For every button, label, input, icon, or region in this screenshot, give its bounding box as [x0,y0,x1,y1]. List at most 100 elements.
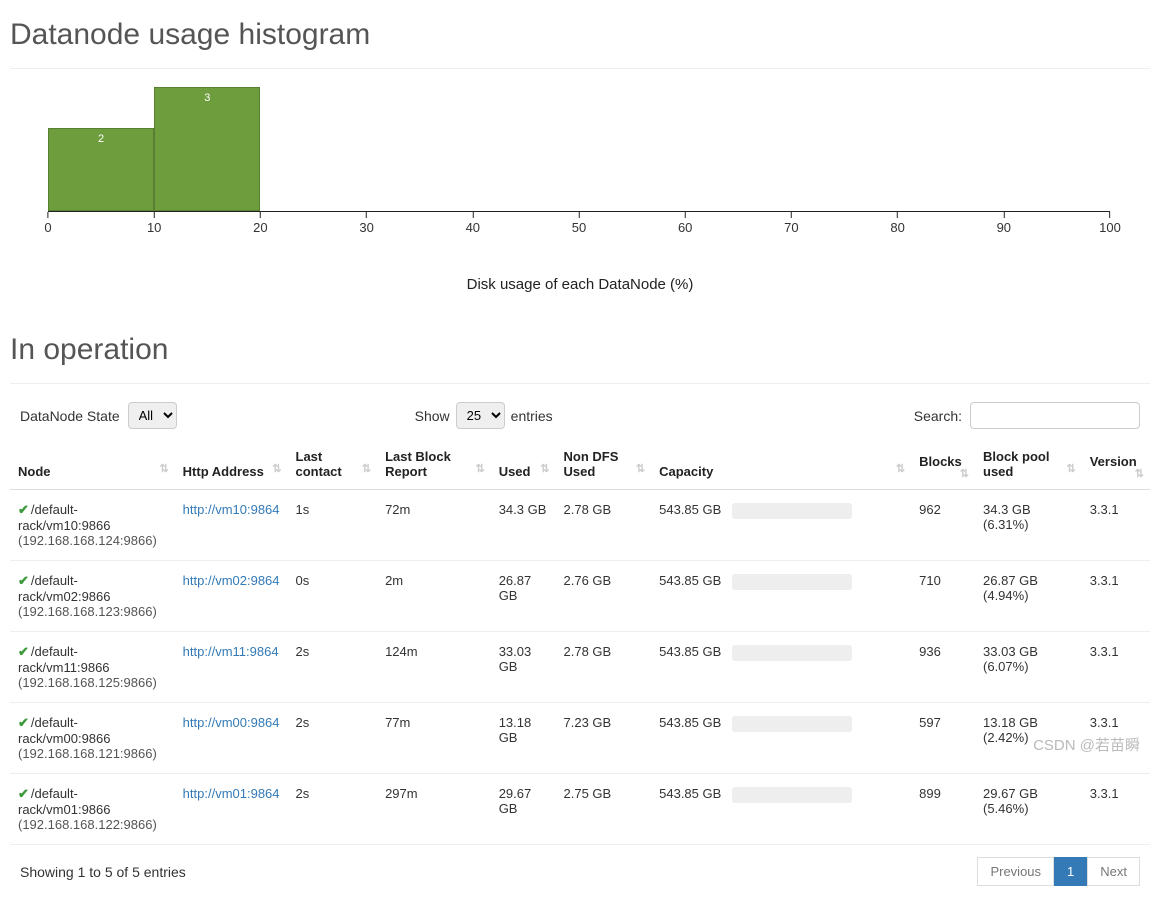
chart-tick: 100 [1099,212,1121,235]
chart-tick: 80 [890,212,904,235]
node-cell: ✔/default-rack/vm01:9866(192.168.168.122… [10,774,175,845]
node-cell: ✔/default-rack/vm02:9866(192.168.168.123… [10,561,175,632]
datanode-state-label: DataNode State [20,408,120,424]
column-header[interactable]: Last Block Report⇅ [377,439,491,490]
column-header[interactable]: Block pool used⇅ [975,439,1082,490]
page-1-button[interactable]: 1 [1054,857,1087,886]
blocks-cell: 962 [911,490,975,561]
sort-icon: ⇅ [1135,469,1142,479]
chart-bar: 2 [48,128,154,211]
http-link[interactable]: http://vm02:9864 [183,573,280,588]
blocks-cell: 899 [911,774,975,845]
node-cell: ✔/default-rack/vm10:9866(192.168.168.124… [10,490,175,561]
node-cell: ✔/default-rack/vm11:9866(192.168.168.125… [10,632,175,703]
sort-icon: ⇅ [272,464,279,474]
capacity-cell: 543.85 GB [651,632,911,703]
column-header[interactable]: Capacity⇅ [651,439,911,490]
chart-tick: 0 [44,212,51,235]
check-icon: ✔ [18,715,29,730]
table-row: ✔/default-rack/vm01:9866(192.168.168.122… [10,774,1150,845]
capacity-bar [732,716,852,732]
http-link[interactable]: http://vm00:9864 [183,715,280,730]
capacity-cell: 543.85 GB [651,490,911,561]
http-cell: http://vm10:9864 [175,490,288,561]
chart-tick: 50 [572,212,586,235]
http-link[interactable]: http://vm10:9864 [183,502,280,517]
used-cell: 33.03 GB [491,632,556,703]
last-contact-cell: 2s [288,774,378,845]
last-block-cell: 124m [377,632,491,703]
check-icon: ✔ [18,573,29,588]
column-header[interactable]: Used⇅ [491,439,556,490]
sort-icon: ⇅ [1067,464,1074,474]
column-header[interactable]: Node⇅ [10,439,175,490]
table-row: ✔/default-rack/vm02:9866(192.168.168.123… [10,561,1150,632]
search-input[interactable] [970,402,1140,429]
chart-tick: 10 [147,212,161,235]
last-contact-cell: 2s [288,632,378,703]
chart-tick: 30 [359,212,373,235]
entries-label: entries [511,408,553,424]
last-block-cell: 72m [377,490,491,561]
next-button[interactable]: Next [1087,857,1140,886]
column-header[interactable]: Version⇅ [1082,439,1150,490]
nondfs-cell: 2.78 GB [556,632,652,703]
nondfs-cell: 2.76 GB [556,561,652,632]
capacity-bar [732,645,852,661]
datanode-state-select[interactable]: All [128,402,177,429]
chart-tick: 90 [997,212,1011,235]
last-block-cell: 297m [377,774,491,845]
http-cell: http://vm01:9864 [175,774,288,845]
column-header[interactable]: Non DFS Used⇅ [556,439,652,490]
chart-bar: 3 [154,87,260,211]
column-header[interactable]: Http Address⇅ [175,439,288,490]
search-label: Search: [914,408,962,424]
blocks-cell: 710 [911,561,975,632]
capacity-bar [732,574,852,590]
sort-icon: ⇅ [159,464,166,474]
blocks-cell: 936 [911,632,975,703]
sort-icon: ⇅ [540,464,547,474]
chart-tick: 70 [784,212,798,235]
http-link[interactable]: http://vm11:9864 [183,644,279,659]
check-icon: ✔ [18,786,29,801]
sort-icon: ⇅ [475,464,482,474]
nondfs-cell: 2.78 GB [556,490,652,561]
bpused-cell: 26.87 GB (4.94%) [975,561,1082,632]
check-icon: ✔ [18,502,29,517]
histogram-title: Datanode usage histogram [10,18,1150,52]
capacity-cell: 543.85 GB [651,774,911,845]
used-cell: 26.87 GB [491,561,556,632]
nondfs-cell: 2.75 GB [556,774,652,845]
version-cell: 3.3.1 [1082,632,1150,703]
capacity-bar [732,787,852,803]
table-info: Showing 1 to 5 of 5 entries [20,864,186,880]
check-icon: ✔ [18,644,29,659]
in-operation-title: In operation [10,333,1150,367]
column-header[interactable]: Blocks⇅ [911,439,975,490]
http-link[interactable]: http://vm01:9864 [183,786,280,801]
show-entries-select[interactable]: 25 [456,402,505,429]
sort-icon: ⇅ [896,464,903,474]
last-contact-cell: 0s [288,561,378,632]
http-cell: http://vm11:9864 [175,632,288,703]
http-cell: http://vm02:9864 [175,561,288,632]
sort-icon: ⇅ [362,464,369,474]
chart-tick: 40 [466,212,480,235]
capacity-bar [732,503,852,519]
chart-tick: 20 [253,212,267,235]
column-header[interactable]: Last contact⇅ [288,439,378,490]
table-row: ✔/default-rack/vm10:9866(192.168.168.124… [10,490,1150,561]
chart-xlabel: Disk usage of each DataNode (%) [10,276,1150,293]
divider [10,68,1150,69]
capacity-cell: 543.85 GB [651,561,911,632]
sort-icon: ⇅ [960,469,967,479]
prev-button[interactable]: Previous [977,857,1054,886]
histogram-chart: 23 0102030405060708090100 [48,87,1110,242]
version-cell: 3.3.1 [1082,774,1150,845]
chart-tick: 60 [678,212,692,235]
bpused-cell: 34.3 GB (6.31%) [975,490,1082,561]
table-row: ✔/default-rack/vm11:9866(192.168.168.125… [10,632,1150,703]
sort-icon: ⇅ [636,464,643,474]
divider [10,383,1150,384]
